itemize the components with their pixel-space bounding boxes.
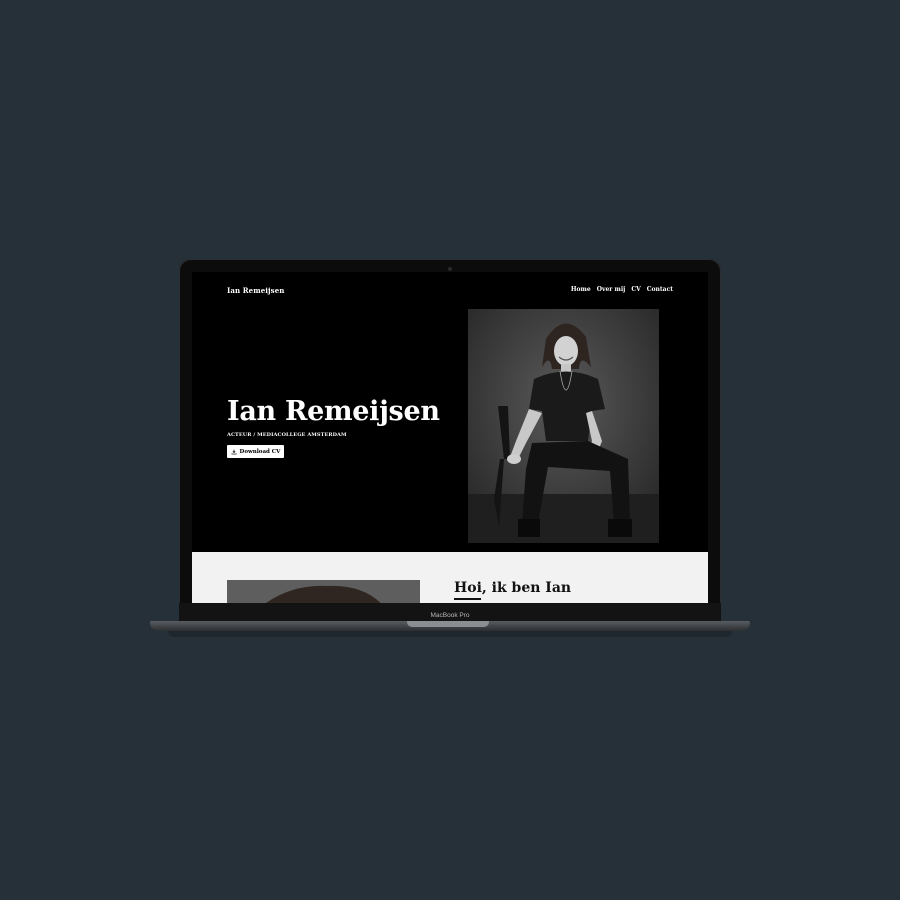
camera-icon	[448, 267, 452, 271]
title-underline	[454, 598, 481, 600]
nav-cv[interactable]: CV	[631, 286, 640, 293]
hero-title: Ian Remeijsen	[227, 396, 440, 427]
hero-subtitle: ACTEUR / MEDIACOLLEGE AMSTERDAM	[227, 432, 347, 438]
portrait-image	[468, 309, 659, 543]
hinge-notch	[407, 621, 489, 627]
model-label: MacBook Pro	[430, 612, 470, 619]
hero-portrait-photo	[468, 309, 659, 543]
about-title: Hoi, ik ben Ian	[454, 580, 572, 596]
laptop-shadow	[168, 631, 732, 637]
download-cv-button[interactable]: Download CV	[227, 445, 284, 458]
download-cv-label: Download CV	[239, 448, 281, 455]
nav-contact[interactable]: Contact	[647, 286, 673, 293]
download-icon	[231, 449, 236, 454]
about-portrait-image	[227, 580, 420, 603]
about-photo	[227, 580, 420, 603]
website-screen: Ian Remeijsen Home Over mij CV Contact I…	[192, 272, 708, 603]
main-nav: Home Over mij CV Contact	[571, 286, 673, 293]
nav-over-mij[interactable]: Over mij	[597, 286, 626, 293]
nav-home[interactable]: Home	[571, 286, 591, 293]
about-section: Hoi, ik ben Ian	[192, 552, 708, 603]
site-logo[interactable]: Ian Remeijsen	[227, 286, 284, 295]
